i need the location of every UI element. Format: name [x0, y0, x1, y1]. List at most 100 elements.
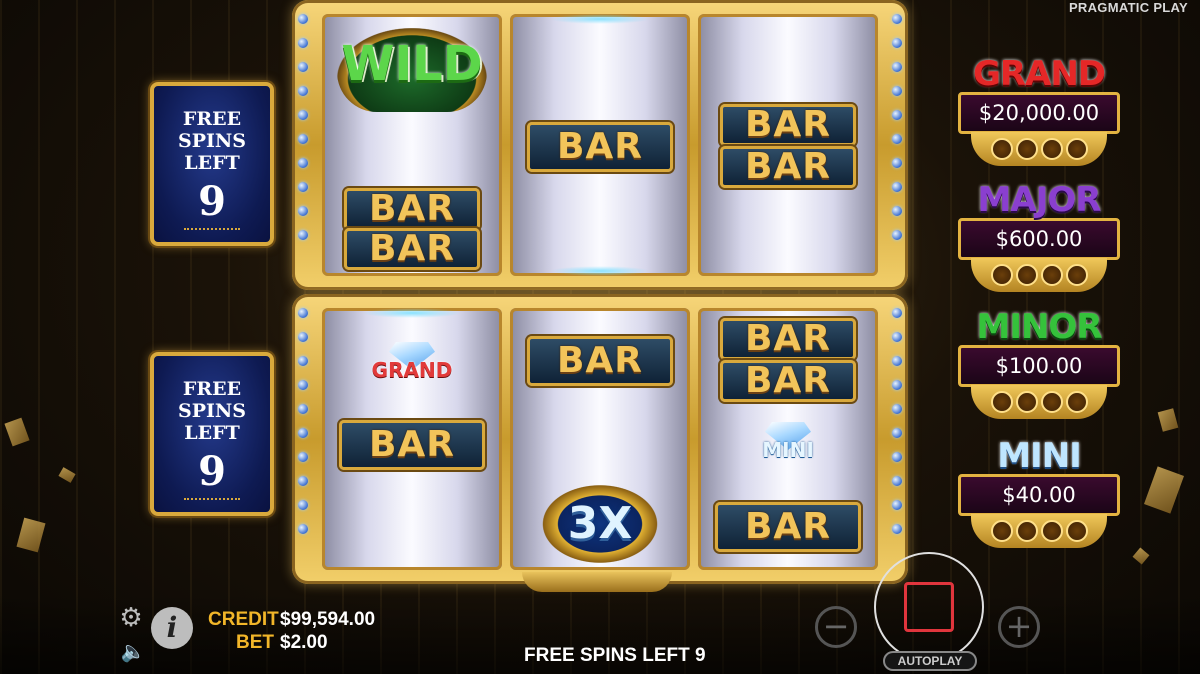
bulb-icon — [298, 206, 308, 216]
bulb-icon — [298, 308, 308, 318]
free-spins-label-line1: FREE — [182, 108, 242, 130]
free-spins-panel-bottom: FREE SPINS LEFT 9 — [150, 352, 274, 516]
bulb-icon — [892, 206, 902, 216]
bar-symbol: BAR — [527, 122, 673, 172]
bulb-icon — [298, 356, 308, 366]
jackpot-dots — [971, 258, 1107, 292]
jackpot-dots — [971, 385, 1107, 419]
credit-label: CREDIT — [208, 609, 279, 630]
bulb-icon — [298, 62, 308, 72]
bulb-icon — [298, 86, 308, 96]
bulb-icon — [298, 110, 308, 120]
ornament — [184, 498, 240, 506]
bet-display: BET $2.00 — [208, 632, 328, 654]
dot-icon — [1040, 138, 1063, 160]
bulb-icon — [892, 308, 902, 318]
bulb-icon — [298, 404, 308, 414]
free-spins-label: FREE SPINS LEFT — [154, 108, 270, 174]
jackpot-major: MAJOR $600.00 — [958, 180, 1120, 292]
bulb-icon — [892, 356, 902, 366]
reel-top-1: WILD BAR BAR — [322, 14, 502, 276]
dot-icon — [1015, 264, 1038, 286]
info-icon[interactable]: i — [151, 607, 193, 649]
bulb-icon — [892, 476, 902, 486]
bulb-icon — [892, 428, 902, 438]
machine-base-ornament — [522, 572, 672, 592]
reel-glow — [550, 14, 650, 24]
bar-symbol: BAR — [720, 104, 856, 146]
reel-top-3: BAR BAR — [698, 14, 878, 276]
bar-symbol: BAR — [715, 502, 861, 552]
dot-icon — [1040, 520, 1063, 542]
confetti — [58, 467, 76, 483]
bar-symbol: BAR — [720, 146, 856, 188]
mini-symbol: MINI — [733, 422, 843, 472]
bulb-icon — [892, 404, 902, 414]
confetti — [1144, 466, 1184, 514]
bet-value: $2.00 — [280, 632, 328, 653]
reel-frame-top: WILD BAR BAR BAR BAR BAR — [292, 0, 908, 290]
dot-icon — [1015, 520, 1038, 542]
brand-logo: PRAGMATIC PLAY — [1068, 0, 1188, 15]
jackpot-minor: MINOR $100.00 — [958, 307, 1120, 419]
jackpot-title: MINI — [997, 436, 1082, 476]
bulb-icon — [892, 332, 902, 342]
free-spins-status: FREE SPINS LEFT 9 — [524, 645, 706, 666]
gear-icon[interactable]: ⚙ — [118, 604, 144, 630]
bulb-icon — [298, 230, 308, 240]
dot-icon — [1040, 391, 1063, 413]
reel-glow — [550, 266, 650, 276]
confetti — [1157, 408, 1179, 432]
autoplay-button[interactable]: AUTOPLAY — [883, 651, 977, 671]
bulb-icon — [298, 380, 308, 390]
bulb-icon — [298, 500, 308, 510]
spin-stop-button[interactable] — [874, 552, 984, 662]
jackpot-value: $20,000.00 — [958, 92, 1120, 134]
credit-display: CREDIT$99,594.00 — [208, 609, 375, 631]
bulb-icon — [892, 158, 902, 168]
jackpot-value: $40.00 — [958, 474, 1120, 516]
jackpot-mini: MINI $40.00 — [958, 436, 1120, 548]
bulb-icon — [892, 110, 902, 120]
bar-symbol: BAR — [344, 188, 480, 230]
bulb-icon — [298, 452, 308, 462]
bulb-icon — [298, 524, 308, 534]
bulb-icon — [892, 86, 902, 96]
reel-bottom-2: BAR 3X — [510, 308, 690, 570]
dot-icon — [1015, 391, 1038, 413]
bulb-icon — [298, 14, 308, 24]
bar-symbol: BAR — [527, 336, 673, 386]
reel-bottom-3: BAR BAR MINI BAR — [698, 308, 878, 570]
jackpot-title: MAJOR — [977, 180, 1102, 220]
reel-frame-bottom: GRAND BAR BAR 3X BAR BAR MINI BAR — [292, 294, 908, 584]
bulb-icon — [892, 500, 902, 510]
free-spins-panel-top: FREE SPINS LEFT 9 — [150, 82, 274, 246]
free-spins-label-line2: SPINS LEFT — [178, 400, 246, 444]
stop-icon — [904, 582, 954, 632]
bulb-icon — [298, 158, 308, 168]
jackpot-dots — [971, 514, 1107, 548]
increase-bet-button[interactable]: + — [998, 606, 1040, 648]
speaker-icon[interactable]: 🔈 — [120, 640, 146, 664]
grand-symbol-label: GRAND — [371, 358, 453, 382]
bulb-icon — [892, 452, 902, 462]
dot-icon — [1065, 520, 1088, 542]
mini-symbol-label: MINI — [762, 438, 814, 462]
confetti — [4, 417, 30, 447]
confetti — [16, 517, 46, 553]
multiplier-symbol: 3X — [541, 484, 659, 564]
bulb-icon — [298, 476, 308, 486]
bulb-column — [892, 308, 902, 570]
decrease-bet-button[interactable]: − — [815, 606, 857, 648]
dot-icon — [1065, 138, 1088, 160]
jackpot-grand: GRAND $20,000.00 — [958, 54, 1120, 166]
slot-machine: WILD BAR BAR BAR BAR BAR GRAND BAR BAR 3… — [292, 0, 908, 596]
free-spins-label-line2: SPINS LEFT — [178, 130, 246, 174]
bet-label: BET — [236, 632, 274, 653]
bulb-column — [298, 308, 308, 570]
bulb-icon — [892, 14, 902, 24]
bulb-icon — [298, 428, 308, 438]
jackpot-value: $600.00 — [958, 218, 1120, 260]
bar-symbol: BAR — [720, 318, 856, 360]
dot-icon — [990, 520, 1013, 542]
